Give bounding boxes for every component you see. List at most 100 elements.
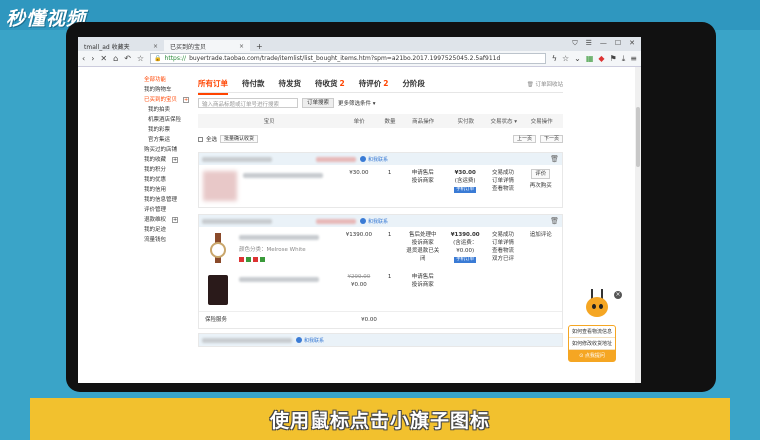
- order-tab[interactable]: 分阶段: [402, 78, 425, 89]
- item-title-blurred[interactable]: [239, 235, 319, 240]
- assistant-question-1[interactable]: 如何查看物流信息: [569, 326, 615, 338]
- trade-status: 交易成功: [491, 232, 514, 238]
- close-icon[interactable]: ×: [614, 291, 622, 299]
- sidebar-item[interactable]: 流量钱包: [144, 235, 194, 245]
- ask-question-button[interactable]: ⊙ 点我提问: [569, 350, 615, 361]
- status-link[interactable]: 订单详情: [488, 239, 517, 247]
- delete-order-icon[interactable]: 🗑: [550, 155, 559, 163]
- contact-seller-link[interactable]: 和我联系: [360, 156, 388, 163]
- more-filters-link[interactable]: 更多筛选条件 ▾: [338, 99, 376, 107]
- item-op-link[interactable]: 售后处理中: [403, 231, 441, 239]
- order-search-input[interactable]: 输入商品标题或订单号进行搜索: [198, 98, 298, 108]
- close-icon[interactable]: ×: [153, 43, 158, 50]
- sidebar-item[interactable]: 我的彩票: [144, 125, 194, 135]
- undo-icon[interactable]: ↶: [124, 54, 131, 63]
- sidebar-item[interactable]: 官方集运: [144, 135, 194, 145]
- item-op-link[interactable]: 退货退款已关闭: [403, 247, 441, 263]
- sidebar-item[interactable]: 我的足迹: [144, 225, 194, 235]
- scrollbar-thumb[interactable]: [636, 107, 640, 167]
- url-scheme: https://: [164, 55, 187, 62]
- sidebar-item[interactable]: 我的优惠: [144, 175, 194, 185]
- sidebar-item[interactable]: 我的拍卖: [144, 105, 194, 115]
- product-watch-thumbnail[interactable]: [207, 233, 229, 263]
- star-icon[interactable]: ☆: [137, 54, 144, 63]
- paid-amount: ¥30.00: [454, 170, 476, 176]
- assistant-question-2[interactable]: 如何修改收货地址: [569, 338, 615, 350]
- close-window-icon[interactable]: ✕: [629, 39, 635, 48]
- product-phone-thumbnail[interactable]: [208, 275, 228, 305]
- sidebar-item[interactable]: 退款维权 +: [144, 215, 194, 225]
- forward-icon[interactable]: ›: [91, 54, 94, 63]
- home-icon[interactable]: ⌂: [113, 54, 118, 63]
- trade-action[interactable]: 再次购买: [522, 182, 560, 190]
- address-bar[interactable]: 🔒 https:// buyertrade.taobao.com/trade/i…: [150, 53, 546, 64]
- back-icon[interactable]: ‹: [82, 54, 85, 63]
- page-scrollbar[interactable]: [635, 67, 641, 383]
- status-link[interactable]: 查看物流: [488, 247, 517, 255]
- prev-page-button[interactable]: 上一页: [512, 135, 536, 143]
- status-link[interactable]: 双方已评: [488, 255, 517, 263]
- sidebar-item[interactable]: 已买到的宝贝 +: [144, 95, 194, 105]
- lightning-icon[interactable]: ϟ: [552, 54, 557, 64]
- next-page-button[interactable]: 下一页: [539, 135, 563, 143]
- status-link[interactable]: 查看物流: [488, 185, 517, 193]
- status-link[interactable]: 订单详情: [488, 177, 517, 185]
- new-tab-button[interactable]: +: [250, 42, 269, 51]
- tab-bought-items[interactable]: 已买到的宝贝 ×: [164, 40, 250, 51]
- item-title-blurred[interactable]: [239, 277, 319, 282]
- sidebar-item[interactable]: 机票酒店保险: [144, 115, 194, 125]
- item-title-blurred[interactable]: [243, 173, 323, 178]
- minimize-icon[interactable]: —: [600, 39, 607, 48]
- contact-seller-link[interactable]: 和我联系: [296, 337, 324, 344]
- order-tab[interactable]: 待发货: [279, 78, 302, 89]
- item-op-link[interactable]: 投诉商家: [403, 177, 441, 185]
- item-op-link[interactable]: 投诉商家: [403, 281, 441, 289]
- menu-icon[interactable]: ☰: [586, 39, 592, 48]
- tab-favorites[interactable]: tmall_ad 收藏夹 ×: [78, 40, 164, 51]
- order-tab[interactable]: 待付款: [242, 78, 265, 89]
- delete-order-icon[interactable]: 🗑: [550, 217, 559, 225]
- item-op-link[interactable]: 申请售后: [403, 273, 441, 281]
- dropdown-icon[interactable]: ⌄: [574, 54, 581, 64]
- flag-icon[interactable]: ⚑: [610, 54, 617, 64]
- sidebar-item[interactable]: 我的积分: [144, 165, 194, 175]
- sidebar-item[interactable]: 我的购物车: [144, 85, 194, 95]
- trade-action[interactable]: 评价: [531, 169, 551, 179]
- shield-icon[interactable]: ⛉: [572, 39, 577, 48]
- sidebar-item[interactable]: 购买过的店铺: [144, 145, 194, 155]
- maximize-icon[interactable]: ☐: [615, 39, 621, 48]
- download-icon[interactable]: ⤓: [622, 54, 626, 64]
- select-all-checkbox[interactable]: [198, 136, 203, 142]
- column-header[interactable]: 交易状态 ▾: [487, 117, 520, 125]
- extension-icon[interactable]: ◆: [598, 54, 604, 64]
- batch-confirm-button[interactable]: 批量确认收货: [220, 135, 259, 143]
- sidebar-item[interactable]: 我的信用: [144, 185, 194, 195]
- expand-icon[interactable]: +: [172, 216, 179, 223]
- column-header: 商品操作: [412, 119, 435, 125]
- close-icon[interactable]: ×: [239, 43, 244, 50]
- item-spec: 颜色分类：Melrose White: [239, 247, 306, 253]
- trade-action[interactable]: 追加评论: [522, 231, 560, 239]
- sidebar-item[interactable]: 评价管理: [144, 205, 194, 215]
- stop-icon[interactable]: ✕: [100, 54, 107, 63]
- expand-icon[interactable]: +: [183, 96, 190, 103]
- assistant-mascot-icon[interactable]: [582, 289, 612, 323]
- sidebar-item[interactable]: 全部功能: [144, 75, 194, 85]
- contact-seller-link[interactable]: 和我联系: [360, 218, 388, 225]
- order-search-button[interactable]: 订单搜索: [302, 98, 335, 108]
- sidebar-item[interactable]: 我的信息管理: [144, 195, 194, 205]
- product-thumbnail-blurred[interactable]: [203, 171, 237, 201]
- sidebar-item[interactable]: 我的收藏 +: [144, 155, 194, 165]
- recycle-bin-link[interactable]: 🗑 订单回收站: [527, 80, 563, 88]
- order-tab[interactable]: 待评价 2: [359, 78, 389, 89]
- expand-icon[interactable]: +: [172, 156, 179, 163]
- subtitle-text: 使用鼠标点击小旗子图标: [269, 409, 490, 432]
- service-badge-icon: [246, 257, 251, 262]
- item-op-link[interactable]: 投诉商家: [403, 239, 441, 247]
- order-tab[interactable]: 待收货 2: [315, 78, 345, 89]
- bookmark-star-icon[interactable]: ☆: [562, 54, 569, 64]
- item-op-link[interactable]: 申请售后: [403, 169, 441, 177]
- grid-icon[interactable]: ▦: [586, 54, 594, 64]
- order-tab[interactable]: 所有订单: [198, 78, 228, 95]
- menu-icon[interactable]: ≡: [630, 54, 637, 64]
